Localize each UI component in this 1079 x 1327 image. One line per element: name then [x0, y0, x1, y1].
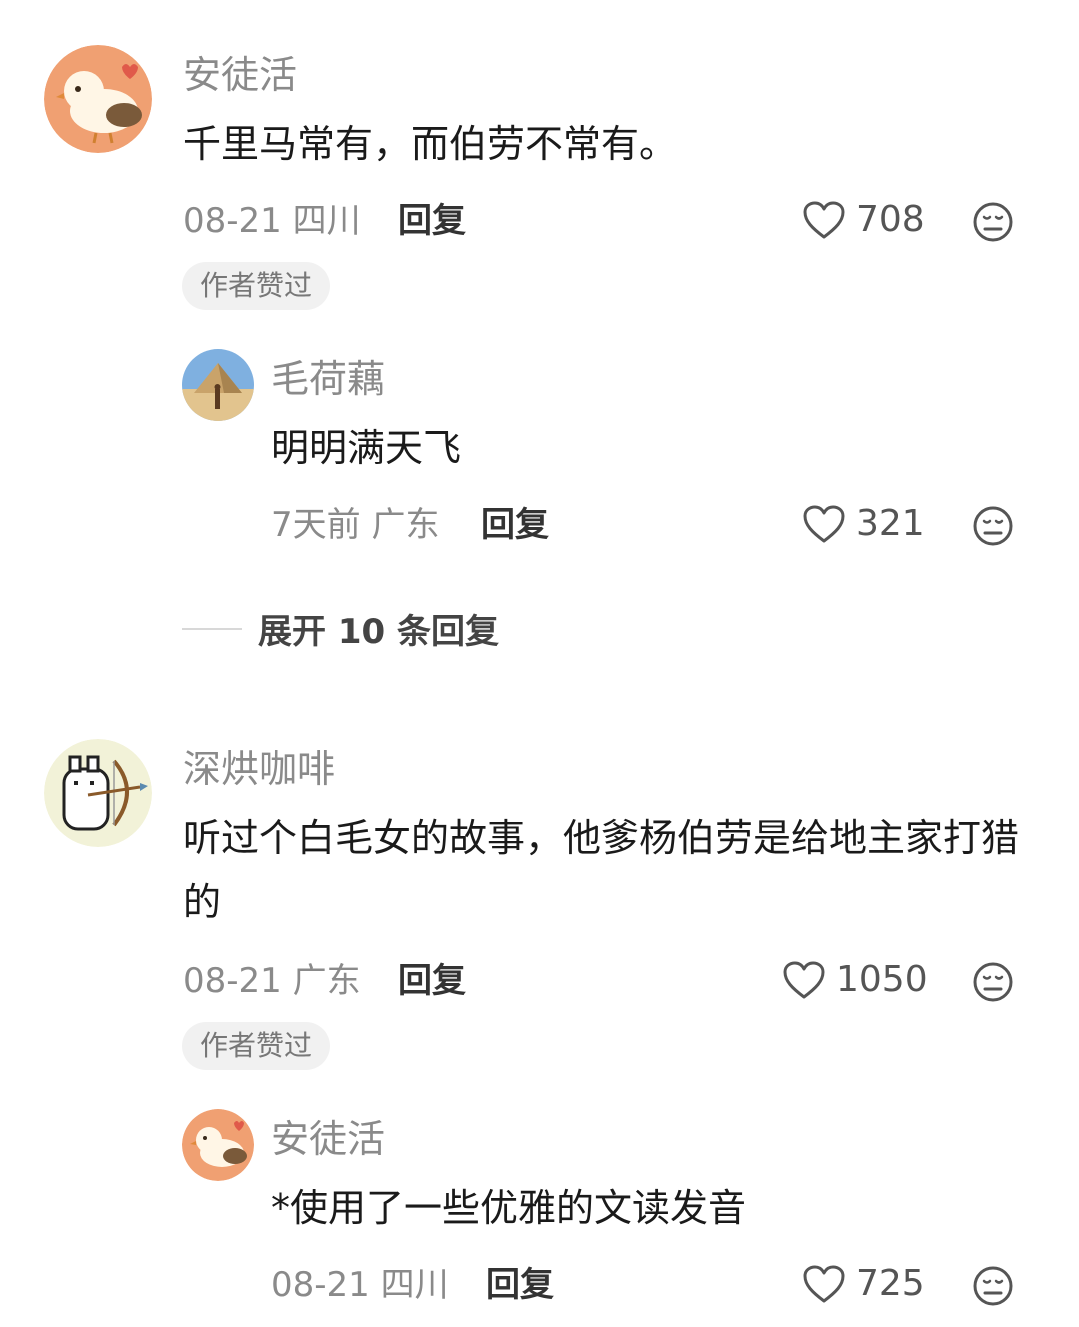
reply-location: 广东: [371, 505, 440, 545]
reply-text: 明明满天飞: [271, 426, 462, 470]
comment-date: 08-21: [183, 201, 282, 241]
comment-item: 深烘咖啡 听过个白毛女的故事，他爹杨伯劳是给地主家打猎的 08-21 广东 回复…: [0, 720, 1079, 1327]
replier-name[interactable]: 安徒活: [271, 1120, 385, 1158]
author-liked-badge: 作者赞过: [182, 1022, 331, 1070]
reply-date: 08-21: [271, 1265, 370, 1305]
avatar[interactable]: [44, 739, 152, 847]
like-count: 321: [856, 503, 925, 544]
author-liked-badge: 作者赞过: [182, 262, 331, 310]
commenter-name[interactable]: 安徒活: [183, 56, 297, 94]
reply-meta: 7天前 广东: [271, 508, 439, 542]
comment-item: 安徒活 千里马常有，而伯劳不常有。 08-21 四川 回复 708 作者赞过 毛…: [0, 0, 1079, 680]
comment-meta: 08-21 四川: [183, 204, 361, 238]
comment-text: 千里马常有，而伯劳不常有。: [183, 122, 678, 166]
comment-location: 广东: [292, 961, 361, 1001]
avatar[interactable]: [182, 349, 254, 421]
heart-outline-icon: [782, 960, 826, 1000]
like-button[interactable]: 725: [802, 1264, 925, 1304]
heart-outline-icon: [802, 1264, 846, 1304]
reply-button[interactable]: 回复: [398, 204, 466, 238]
like-count: 1050: [836, 959, 928, 1000]
like-button[interactable]: 1050: [782, 960, 928, 1000]
commenter-name[interactable]: 深烘咖啡: [183, 750, 335, 788]
like-count: 725: [856, 1263, 925, 1304]
avatar[interactable]: [44, 45, 152, 153]
reply-button[interactable]: 回复: [486, 1268, 554, 1302]
neutral-face-icon[interactable]: [972, 201, 1014, 243]
like-button[interactable]: 321: [802, 504, 925, 544]
replier-name[interactable]: 毛荷藕: [271, 360, 385, 398]
comment-text: 听过个白毛女的故事，他爹杨伯劳是给地主家打猎的: [183, 816, 1020, 924]
reply-meta: 08-21 四川: [271, 1268, 449, 1302]
expand-replies-button[interactable]: 展开 10 条回复: [182, 604, 499, 653]
divider: [182, 627, 242, 630]
comment-meta: 08-21 广东: [183, 964, 361, 998]
comment-date: 08-21: [183, 961, 282, 1001]
comment-location: 四川: [292, 201, 361, 241]
reply-button[interactable]: 回复: [398, 964, 466, 998]
like-button[interactable]: 708: [802, 200, 925, 240]
like-count: 708: [856, 199, 925, 240]
reply-date: 7天前: [271, 505, 361, 545]
expand-replies-label: 展开 10 条回复: [258, 612, 499, 652]
neutral-face-icon[interactable]: [972, 961, 1014, 1003]
heart-outline-icon: [802, 200, 846, 240]
reply-button[interactable]: 回复: [481, 508, 549, 542]
neutral-face-icon[interactable]: [972, 1265, 1014, 1307]
neutral-face-icon[interactable]: [972, 505, 1014, 547]
avatar[interactable]: [182, 1109, 254, 1181]
reply-location: 四川: [380, 1265, 449, 1305]
heart-outline-icon: [802, 504, 846, 544]
reply-text: *使用了一些优雅的文读发音: [271, 1186, 747, 1230]
